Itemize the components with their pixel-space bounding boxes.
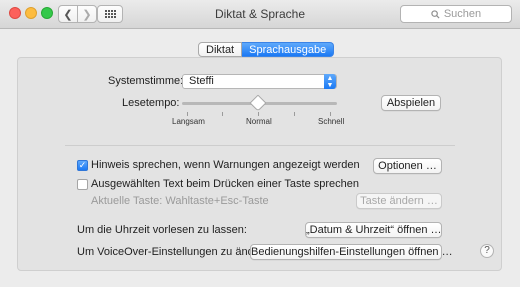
system-voice-select[interactable]: Steffi ▲ ▼ <box>182 74 337 89</box>
speak-selected-text-checkbox[interactable] <box>77 179 88 190</box>
search-field[interactable]: Suchen <box>400 5 512 23</box>
title-bar: ❮ ❯ Diktat & Sprache Suchen <box>0 0 520 29</box>
chevron-updown-icon: ▲ ▼ <box>324 74 336 89</box>
clock-label: Um die Uhrzeit vorlesen zu lassen: <box>77 224 247 236</box>
slider-tick <box>294 112 295 116</box>
slider-tick <box>258 112 259 116</box>
section-divider <box>65 145 455 146</box>
preferences-window: ❮ ❯ Diktat & Sprache Suchen Diktat Sprac… <box>0 0 520 287</box>
slider-tick <box>330 112 331 116</box>
change-key-button[interactable]: Taste ändern … <box>356 193 442 209</box>
tab-diktat[interactable]: Diktat <box>198 42 243 57</box>
open-date-time-button[interactable]: „Datum & Uhrzeit“ öffnen … <box>305 222 442 238</box>
tab-sprachausgabe[interactable]: Sprachausgabe <box>242 42 335 57</box>
announce-alerts-label: Hinweis sprechen, wenn Warnungen angezei… <box>91 159 360 171</box>
announce-alerts-checkbox[interactable]: ✓ <box>77 160 88 171</box>
tab-bar: Diktat Sprachausgabe <box>198 42 335 57</box>
speaking-rate-label: Lesetempo: <box>122 97 180 109</box>
voiceover-label: Um VoiceOver-Einstellungen zu ändern: <box>77 246 273 258</box>
slider-tick <box>187 112 188 116</box>
help-button[interactable]: ? <box>480 244 494 258</box>
speak-selected-text-label: Ausgewählten Text beim Drücken einer Tas… <box>91 178 360 190</box>
checkmark-icon: ✓ <box>78 160 87 170</box>
rate-label-fast: Schnell <box>318 117 345 126</box>
options-button[interactable]: Optionen … <box>373 158 442 174</box>
current-key-label: Aktuelle Taste: Wahltaste+Esc-Taste <box>91 195 269 207</box>
slider-tick <box>222 112 223 116</box>
rate-label-slow: Langsam <box>172 117 205 126</box>
play-button[interactable]: Abspielen <box>381 95 441 111</box>
open-accessibility-button[interactable]: Bedienungshilfen-Einstellungen öffnen … <box>250 244 453 260</box>
system-voice-value: Steffi <box>189 75 214 87</box>
search-placeholder: Suchen <box>443 8 482 20</box>
rate-label-normal: Normal <box>246 117 272 126</box>
search-icon <box>431 9 440 19</box>
system-voice-label: Systemstimme: <box>108 75 184 87</box>
